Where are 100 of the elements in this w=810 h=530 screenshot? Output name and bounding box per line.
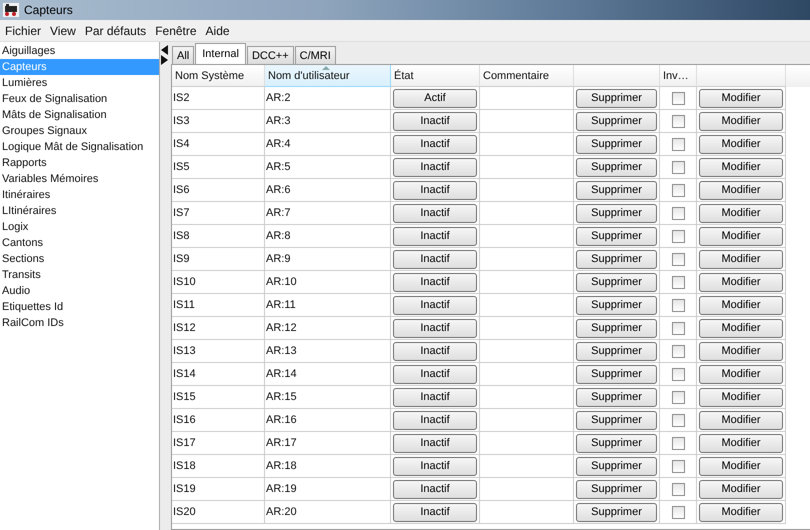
edit-button[interactable]: Modifier xyxy=(699,318,783,338)
sidebar-item[interactable]: Transits xyxy=(0,267,159,283)
checkbox[interactable] xyxy=(672,230,684,242)
sidebar-item[interactable]: Itinéraires xyxy=(0,187,159,203)
checkbox[interactable] xyxy=(672,184,684,196)
state-button[interactable]: Inactif xyxy=(393,502,477,522)
edit-button[interactable]: Modifier xyxy=(699,364,783,384)
sidebar-item[interactable]: Audio xyxy=(0,283,159,299)
sidebar-item[interactable]: Sections xyxy=(0,251,159,267)
column-header[interactable]: Nom d'utilisateur xyxy=(265,65,391,87)
edit-button[interactable]: Modifier xyxy=(699,342,783,360)
edit-button[interactable]: Modifier xyxy=(699,296,783,314)
checkbox[interactable] xyxy=(672,368,684,380)
state-button[interactable]: Actif xyxy=(393,88,477,108)
checkbox[interactable] xyxy=(672,414,684,426)
edit-button[interactable]: Modifier xyxy=(699,158,783,176)
checkbox[interactable] xyxy=(672,160,684,174)
edit-button[interactable]: Modifier xyxy=(699,480,783,498)
edit-button[interactable]: Modifier xyxy=(699,180,783,200)
delete-button[interactable]: Supprimer xyxy=(576,226,657,246)
edit-button[interactable]: Modifier xyxy=(699,88,783,108)
delete-button[interactable]: Supprimer xyxy=(576,272,657,292)
state-button[interactable]: Inactif xyxy=(393,410,477,430)
column-header[interactable]: Commentaire xyxy=(480,65,574,87)
delete-button[interactable]: Supprimer xyxy=(576,388,657,406)
delete-button[interactable]: Supprimer xyxy=(576,134,657,154)
sidebar-item[interactable]: Logix xyxy=(0,219,159,235)
sidebar-item[interactable]: Variables Mémoires xyxy=(0,171,159,187)
delete-button[interactable]: Supprimer xyxy=(576,250,657,268)
checkbox[interactable] xyxy=(672,206,684,220)
state-button[interactable]: Inactif xyxy=(393,296,477,314)
checkbox[interactable] xyxy=(672,276,684,288)
state-button[interactable]: Inactif xyxy=(393,480,477,498)
column-header[interactable]: État xyxy=(391,65,480,87)
sidebar-item[interactable]: RailCom IDs xyxy=(0,315,159,331)
edit-button[interactable]: Modifier xyxy=(699,456,783,476)
state-button[interactable]: Inactif xyxy=(393,112,477,130)
menu-item[interactable]: Fichier xyxy=(4,24,42,38)
tab[interactable]: Internal xyxy=(195,43,246,64)
edit-button[interactable]: Modifier xyxy=(699,204,783,222)
sidebar-item[interactable]: Groupes Signaux xyxy=(0,123,159,139)
state-button[interactable]: Inactif xyxy=(393,226,477,246)
menu-item[interactable]: View xyxy=(49,24,77,38)
checkbox[interactable] xyxy=(672,506,684,518)
edit-button[interactable]: Modifier xyxy=(699,502,783,522)
delete-button[interactable]: Supprimer xyxy=(576,456,657,476)
edit-button[interactable]: Modifier xyxy=(699,388,783,406)
checkbox[interactable] xyxy=(672,460,684,472)
delete-button[interactable]: Supprimer xyxy=(576,364,657,384)
column-header[interactable]: Inv… xyxy=(660,65,697,87)
delete-button[interactable]: Supprimer xyxy=(576,410,657,430)
checkbox[interactable] xyxy=(672,298,684,312)
edit-button[interactable]: Modifier xyxy=(699,410,783,430)
checkbox[interactable] xyxy=(672,114,684,128)
delete-button[interactable]: Supprimer xyxy=(576,480,657,498)
checkbox[interactable] xyxy=(672,344,684,358)
checkbox[interactable] xyxy=(672,138,684,150)
delete-button[interactable]: Supprimer xyxy=(576,88,657,108)
state-button[interactable]: Inactif xyxy=(393,158,477,176)
delete-button[interactable]: Supprimer xyxy=(576,158,657,176)
state-button[interactable]: Inactif xyxy=(393,250,477,268)
sidebar-item[interactable]: Lumières xyxy=(0,75,159,91)
sidebar-item[interactable]: LItinéraires xyxy=(0,203,159,219)
checkbox[interactable] xyxy=(672,252,684,266)
state-button[interactable]: Inactif xyxy=(393,388,477,406)
checkbox[interactable] xyxy=(672,92,684,104)
delete-button[interactable]: Supprimer xyxy=(576,502,657,522)
delete-button[interactable]: Supprimer xyxy=(576,318,657,338)
delete-button[interactable]: Supprimer xyxy=(576,342,657,360)
sidebar-item[interactable]: Rapports xyxy=(0,155,159,171)
edit-button[interactable]: Modifier xyxy=(699,226,783,246)
sidebar-item[interactable]: Aiguillages xyxy=(0,43,159,59)
menu-item[interactable]: Aide xyxy=(204,24,231,38)
menu-item[interactable]: Fenêtre xyxy=(154,24,198,38)
sidebar-item[interactable]: Cantons xyxy=(0,235,159,251)
checkbox[interactable] xyxy=(672,390,684,404)
edit-button[interactable]: Modifier xyxy=(699,112,783,130)
tab[interactable]: All xyxy=(172,46,194,64)
state-button[interactable]: Inactif xyxy=(393,434,477,452)
state-button[interactable]: Inactif xyxy=(393,456,477,476)
state-button[interactable]: Inactif xyxy=(393,342,477,360)
delete-button[interactable]: Supprimer xyxy=(576,296,657,314)
sidebar-item[interactable]: Feux de Signalisation xyxy=(0,91,159,107)
state-button[interactable]: Inactif xyxy=(393,134,477,154)
edit-button[interactable]: Modifier xyxy=(699,134,783,154)
edit-button[interactable]: Modifier xyxy=(699,434,783,452)
delete-button[interactable]: Supprimer xyxy=(576,112,657,130)
state-button[interactable]: Inactif xyxy=(393,318,477,338)
checkbox[interactable] xyxy=(672,322,684,334)
tab[interactable]: C/MRI xyxy=(294,46,336,64)
state-button[interactable]: Inactif xyxy=(393,204,477,222)
menu-item[interactable]: Par défauts xyxy=(84,24,148,38)
edit-button[interactable]: Modifier xyxy=(699,272,783,292)
state-button[interactable]: Inactif xyxy=(393,180,477,200)
tab[interactable]: DCC++ xyxy=(246,46,294,64)
delete-button[interactable]: Supprimer xyxy=(576,180,657,200)
sidebar-item[interactable]: Etiquettes Id xyxy=(0,299,159,315)
checkbox[interactable] xyxy=(672,436,684,450)
state-button[interactable]: Inactif xyxy=(393,272,477,292)
state-button[interactable]: Inactif xyxy=(393,364,477,384)
